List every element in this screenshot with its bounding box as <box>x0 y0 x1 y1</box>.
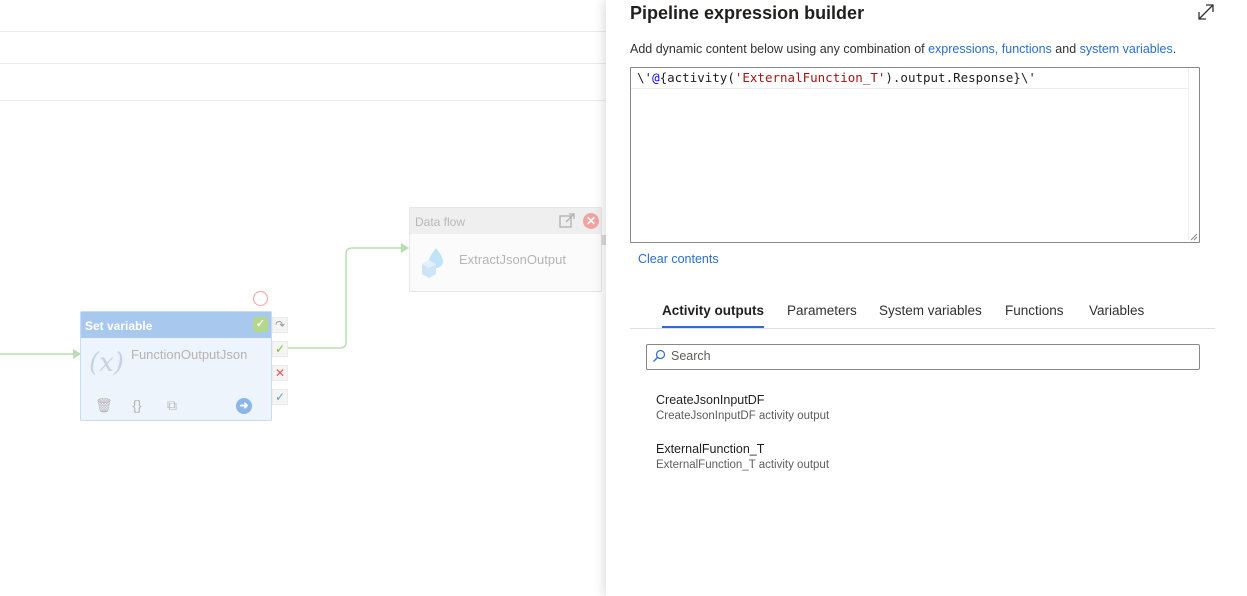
expression-builder-panel: Pipeline expression builder Add dynamic … <box>606 0 1247 596</box>
description: Add dynamic content below using any comb… <box>630 42 1176 56</box>
activity-header: Set variable ✓ <box>81 312 271 338</box>
dataflow-activity-node[interactable]: Data flow ✕ ExtractJsonOutput <box>409 207 602 292</box>
list-item[interactable]: ExternalFunction_T ExternalFunction_T ac… <box>656 442 829 471</box>
delete-activity-icon[interactable]: ✕ <box>583 213 599 229</box>
skip-path-icon[interactable]: ↷ <box>272 317 288 333</box>
tab-variables[interactable]: Variables <box>1089 303 1144 318</box>
editor-scrollbar[interactable] <box>1188 68 1199 240</box>
activity-type-label: Set variable <box>85 319 153 333</box>
code-braces-icon[interactable]: {} <box>129 397 145 413</box>
search-box[interactable] <box>646 344 1200 370</box>
output-description: ExternalFunction_T activity output <box>656 459 830 471</box>
system-variables-link[interactable]: system variables <box>1080 42 1173 56</box>
search-icon <box>653 349 666 362</box>
breakpoint-icon[interactable] <box>253 291 268 306</box>
expr-part: {activity( <box>659 70 735 85</box>
description-text: Add dynamic content below using any comb… <box>630 42 929 56</box>
active-tab-indicator <box>662 326 764 328</box>
setvariable-activity-node[interactable]: Set variable ✓ (x) FunctionOutputJson 🗑 … <box>80 311 272 421</box>
search-input[interactable] <box>671 346 1191 366</box>
tab-activity-outputs[interactable]: Activity outputs <box>662 303 764 318</box>
dataflow-icon <box>422 248 443 278</box>
success-path-icon[interactable]: ✓ <box>272 341 288 357</box>
expr-part: ).output.Response}\' <box>885 70 1036 85</box>
description-suffix: . <box>1172 42 1177 56</box>
expressions-link[interactable]: expressions, <box>928 42 998 56</box>
expression-text[interactable]: \'@{activity('ExternalFunction_T').outpu… <box>637 70 1036 85</box>
expr-at-symbol: @ <box>652 70 660 85</box>
activity-name: FunctionOutputJson <box>131 347 248 362</box>
expr-string-literal: 'ExternalFunction_T' <box>734 70 886 85</box>
expr-part: \' <box>637 70 653 85</box>
tab-parameters[interactable]: Parameters <box>787 303 857 318</box>
activity-name: ExtractJsonOutput <box>459 252 566 267</box>
failure-path-icon[interactable]: ✕ <box>272 365 288 381</box>
tab-bar: Activity outputs Parameters System varia… <box>630 301 1215 329</box>
delete-icon[interactable]: 🗑 <box>95 397 113 413</box>
expand-icon[interactable] <box>1196 2 1216 22</box>
activity-header: Data flow ✕ <box>410 208 601 234</box>
open-external-icon[interactable] <box>559 213 575 229</box>
activity-type-label: Data flow <box>415 215 466 229</box>
resize-grip-icon[interactable] <box>1190 233 1198 241</box>
success-check-icon: ✓ <box>253 317 268 332</box>
expression-editor[interactable]: \'@{activity('ExternalFunction_T').outpu… <box>630 67 1200 243</box>
output-name: ExternalFunction_T <box>656 442 765 456</box>
output-name: CreateJsonInputDF <box>656 393 765 407</box>
activity-connectors <box>0 243 409 359</box>
go-arrow-icon[interactable]: ➜ <box>236 398 252 414</box>
pipeline-canvas[interactable]: Data flow ✕ ExtractJsonOutput Set variab… <box>0 0 606 596</box>
description-and: and <box>1051 42 1080 56</box>
variable-icon: (x) <box>89 348 124 378</box>
clear-contents-link[interactable]: Clear contents <box>638 252 719 266</box>
tab-functions[interactable]: Functions <box>1005 303 1064 318</box>
copy-icon[interactable]: ⧉ <box>164 397 180 413</box>
completion-path-icon[interactable]: ✓ <box>272 389 288 405</box>
functions-link[interactable]: functions <box>1002 42 1052 56</box>
output-description: CreateJsonInputDF activity output <box>656 410 830 422</box>
tab-system-variables[interactable]: System variables <box>879 303 982 318</box>
list-item[interactable]: CreateJsonInputDF CreateJsonInputDF acti… <box>656 393 829 422</box>
panel-title: Pipeline expression builder <box>630 3 865 23</box>
